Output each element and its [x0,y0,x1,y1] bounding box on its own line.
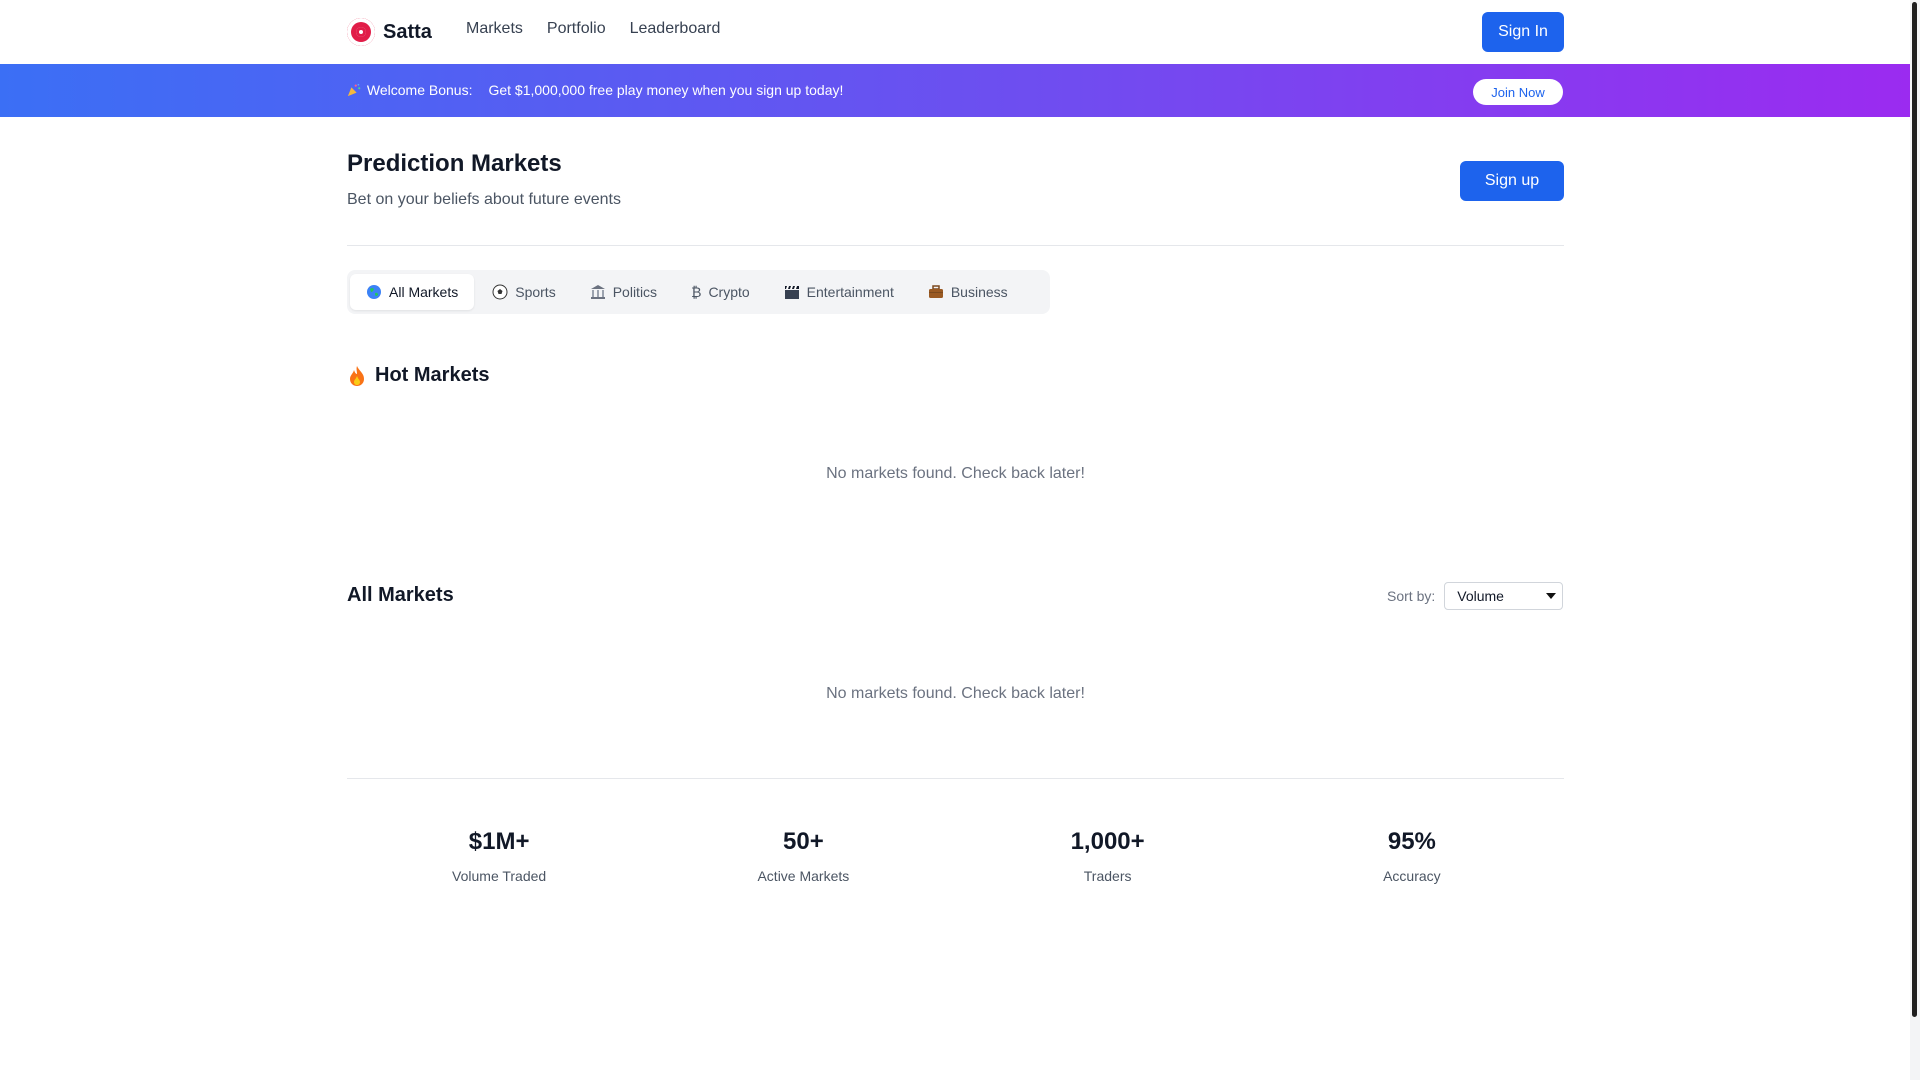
tab-politics[interactable]: Politics [574,274,673,310]
top-navbar: Satta Markets Portfolio Leaderboard Sign… [0,0,1910,65]
stat-traders: 1,000+ Traders [1070,828,1145,884]
chevron-down-icon [1546,593,1557,599]
stats-divider [347,778,1564,779]
all-markets-empty-state: No markets found. Check back later! [826,685,1085,702]
category-tabs: All Markets Sports Politics ₿ Crypto Ent… [347,270,1050,314]
soccer-ball-icon [492,284,508,300]
nav-link-portfolio[interactable]: Portfolio [547,20,606,38]
tab-entertainment[interactable]: Entertainment [768,274,910,310]
tab-business[interactable]: Business [912,274,1024,310]
bitcoin-icon: ₿ [691,284,702,300]
stat-active-markets: 50+ Active Markets [757,828,850,884]
sort-select[interactable]: Volume [1444,582,1564,610]
welcome-bonus-banner: Welcome Bonus: Get $1,000,000 free play … [0,64,1910,117]
page: Satta Markets Portfolio Leaderboard Sign… [0,0,1910,1080]
scrollbar[interactable] [1910,0,1920,1080]
banner-label: Welcome Bonus: [347,82,472,98]
stat-volume-traded: $1M+ Volume Traded [452,828,547,884]
tab-crypto[interactable]: ₿ Crypto [675,274,766,310]
sort-control: Sort by: Volume [1387,582,1564,610]
brand-logo[interactable]: Satta [347,16,432,48]
page-subtitle: Bet on your beliefs about future events [347,191,621,208]
banner-message: Get $1,000,000 free play money when you … [488,82,844,98]
fire-icon [350,365,364,386]
classical-building-icon [590,285,605,299]
nav-link-markets[interactable]: Markets [466,20,523,38]
hot-markets-title: Hot Markets [347,364,489,387]
nav-link-leaderboard[interactable]: Leaderboard [630,20,721,38]
globe-icon [367,285,381,299]
briefcase-icon [928,285,943,298]
sort-label: Sort by: [1387,588,1436,604]
brand-name: Satta [383,20,432,43]
party-popper-icon [347,83,361,97]
hot-markets-empty-state: No markets found. Check back later! [826,465,1085,482]
stats-row: $1M+ Volume Traded 50+ Active Markets 1,… [347,828,1564,884]
header-divider [347,245,1564,246]
sign-in-button[interactable]: Sign In [1482,12,1564,52]
main-nav: Markets Portfolio Leaderboard [466,20,720,38]
clapperboard-icon [784,286,799,299]
scrollbar-thumb[interactable] [1912,2,1917,1017]
page-title: Prediction Markets [347,150,562,177]
target-icon [347,18,375,46]
tab-sports[interactable]: Sports [476,274,571,310]
stat-accuracy: 95% Accuracy [1383,828,1441,884]
sign-up-button[interactable]: Sign up [1460,161,1564,201]
all-markets-title: All Markets [347,584,454,606]
join-now-button[interactable]: Join Now [1473,79,1563,105]
tab-all-markets[interactable]: All Markets [350,274,475,310]
